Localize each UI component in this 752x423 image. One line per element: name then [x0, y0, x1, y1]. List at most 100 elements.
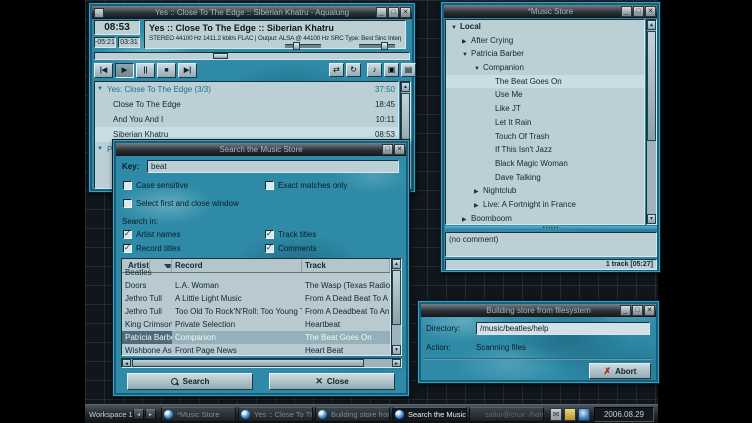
globe-tray-icon[interactable]: [578, 408, 590, 421]
exact-matches-checkbox[interactable]: Exact matches only: [265, 181, 347, 191]
taskbar-button-terminal[interactable]: sailor@crux: /home/sail: [469, 407, 544, 422]
volume-icon[interactable]: ♪: [367, 63, 382, 77]
table-row-selected[interactable]: Patricia BarberCompanionThe Beat Goes On: [122, 331, 390, 344]
checkbox-checked-icon[interactable]: [265, 244, 274, 253]
checkbox-checked-icon[interactable]: [123, 230, 132, 239]
playlist-track[interactable]: And You And I 10:11: [95, 112, 398, 127]
tree-item-track-selected[interactable]: The Beat Goes On: [446, 75, 644, 89]
artist-names-checkbox[interactable]: Artist names: [123, 230, 180, 240]
directory-field[interactable]: /music/beatles/help: [476, 322, 650, 335]
scroll-left-icon[interactable]: ◄: [122, 359, 131, 367]
tree-item-local[interactable]: ▼Local: [446, 20, 644, 34]
close-button[interactable]: ✕Close: [269, 373, 395, 390]
window-menu-button[interactable]: [94, 8, 104, 18]
expander-open-icon[interactable]: ▼: [474, 63, 483, 75]
table-row[interactable]: Beatles: [122, 266, 390, 279]
tree-item-record[interactable]: ▶Live: A Fortnight in France: [446, 198, 644, 212]
checkbox-checked-icon[interactable]: [123, 244, 132, 253]
tree-item-artist[interactable]: ▶After Crying: [446, 34, 644, 48]
checkbox-icon[interactable]: [123, 181, 132, 190]
select-first-checkbox[interactable]: Select first and close window: [123, 199, 239, 209]
tree-item-track[interactable]: Like JT: [446, 102, 644, 116]
copy-playlist-icon[interactable]: ▣: [384, 63, 399, 77]
taskbar-button-player[interactable]: Yes :: Close To The: [238, 407, 313, 422]
scroll-up-icon[interactable]: ▲: [392, 259, 401, 269]
expander-closed-icon[interactable]: ▶: [474, 200, 483, 212]
search-titlebar[interactable]: Search the Music Store □ ✕: [116, 143, 406, 156]
expander-open-icon[interactable]: ▼: [462, 49, 471, 61]
play-button[interactable]: ▶: [115, 63, 134, 78]
table-vscrollbar[interactable]: ▲ ▼: [391, 258, 402, 356]
taskbar-button-build-store[interactable]: Building store from f: [315, 407, 390, 422]
tree-item-track[interactable]: Dave Talking: [446, 171, 644, 185]
pause-button[interactable]: ||: [136, 63, 155, 78]
maximize-icon[interactable]: □: [388, 7, 399, 18]
store-tree-scrollbar[interactable]: ▲ ▼: [646, 19, 657, 225]
repeat-icon[interactable]: ↻: [346, 63, 361, 77]
close-icon[interactable]: ✕: [645, 6, 656, 17]
volume-slider[interactable]: [359, 44, 395, 48]
workspace-next-icon[interactable]: ►: [145, 409, 156, 420]
table-row[interactable]: Wishbone AshFront Page NewsHeart Beat: [122, 344, 390, 356]
tree-item-record[interactable]: ▼Companion: [446, 61, 644, 75]
mail-icon[interactable]: ✉: [550, 408, 562, 421]
balance-slider[interactable]: [285, 44, 321, 48]
scroll-up-icon[interactable]: ▲: [401, 82, 410, 92]
tree-item-track[interactable]: Let It Rain: [446, 116, 644, 130]
table-hscrollbar[interactable]: ◄ ►: [121, 358, 402, 368]
search-button[interactable]: Search: [127, 373, 253, 390]
file-info-icon[interactable]: ▤: [401, 63, 416, 77]
table-row[interactable]: King CrimsonPrivate SelectionHeartbeat: [122, 318, 390, 331]
taskbar-button-search[interactable]: Search the Music St: [392, 407, 467, 422]
table-row[interactable]: DoorsL.A. WomanThe Wasp (Texas Radio: [122, 279, 390, 292]
workspace-prev-icon[interactable]: ◄: [133, 409, 144, 420]
minimize-icon[interactable]: _: [621, 6, 632, 17]
seek-bar[interactable]: [94, 52, 410, 60]
expander-open-icon[interactable]: ▼: [451, 22, 460, 34]
shuffle-icon[interactable]: ⇄: [329, 63, 344, 77]
tree-item-record[interactable]: ▶Nightclub: [446, 184, 644, 198]
next-button[interactable]: ▶|: [178, 63, 197, 78]
playlist-group[interactable]: ▼ Yes: Close To The Edge (3/3) 37:50: [95, 82, 398, 97]
collapse-icon[interactable]: ▼: [97, 82, 103, 97]
table-row[interactable]: Jethro TullToo Old To Rock'N'Roll: Too Y…: [122, 305, 390, 318]
tree-item-artist[interactable]: ▼Patricia Barber: [446, 47, 644, 61]
tree-item-artist[interactable]: ▶Boomboom: [446, 212, 644, 225]
splitter-handle[interactable]: ••••••: [445, 226, 657, 230]
maximize-icon[interactable]: □: [382, 144, 393, 155]
seek-handle[interactable]: [213, 53, 228, 59]
minimize-icon[interactable]: _: [376, 7, 387, 18]
maximize-icon[interactable]: □: [633, 6, 644, 17]
build-titlebar[interactable]: Building store from filesystem _ □ ✕: [421, 304, 656, 317]
expander-closed-icon[interactable]: ▶: [462, 36, 471, 48]
checkbox-icon[interactable]: [265, 181, 274, 190]
close-icon[interactable]: ✕: [394, 144, 405, 155]
player-titlebar[interactable]: Yes :: Close To The Edge :: Siberian Kha…: [92, 6, 412, 19]
maximize-icon[interactable]: □: [632, 305, 643, 316]
abort-button[interactable]: ✗Abort: [589, 363, 651, 379]
scroll-up-icon[interactable]: ▲: [647, 20, 656, 30]
record-titles-checkbox[interactable]: Record titles: [123, 244, 180, 254]
comments-checkbox[interactable]: Comments: [265, 244, 317, 254]
playlist-track[interactable]: Close To The Edge 18:45: [95, 97, 398, 112]
im-tray-icon[interactable]: [564, 408, 576, 421]
tree-item-track[interactable]: Touch Of Trash: [446, 130, 644, 144]
scroll-right-icon[interactable]: ►: [392, 359, 401, 367]
tree-item-track[interactable]: Black Magic Woman: [446, 157, 644, 171]
taskbar-button-music-store[interactable]: *Music Store: [161, 407, 236, 422]
collapse-icon[interactable]: ▼: [97, 142, 103, 157]
expander-closed-icon[interactable]: ▶: [462, 214, 471, 225]
previous-button[interactable]: |◀: [94, 63, 113, 78]
scroll-down-icon[interactable]: ▼: [647, 214, 656, 224]
table-row[interactable]: Jethro TullA Little Light MusicFrom A De…: [122, 292, 390, 305]
track-titles-checkbox[interactable]: Track titles: [265, 230, 316, 240]
expander-closed-icon[interactable]: ▶: [474, 186, 483, 198]
checkbox-checked-icon[interactable]: [265, 230, 274, 239]
case-sensitive-checkbox[interactable]: Case sensitive: [123, 181, 188, 191]
key-input[interactable]: beat: [147, 160, 399, 173]
close-icon[interactable]: ✕: [644, 305, 655, 316]
stop-button[interactable]: ■: [157, 63, 176, 78]
tree-item-track[interactable]: If This Isn't Jazz: [446, 143, 644, 157]
scroll-down-icon[interactable]: ▼: [392, 345, 401, 355]
close-icon[interactable]: ✕: [400, 7, 411, 18]
